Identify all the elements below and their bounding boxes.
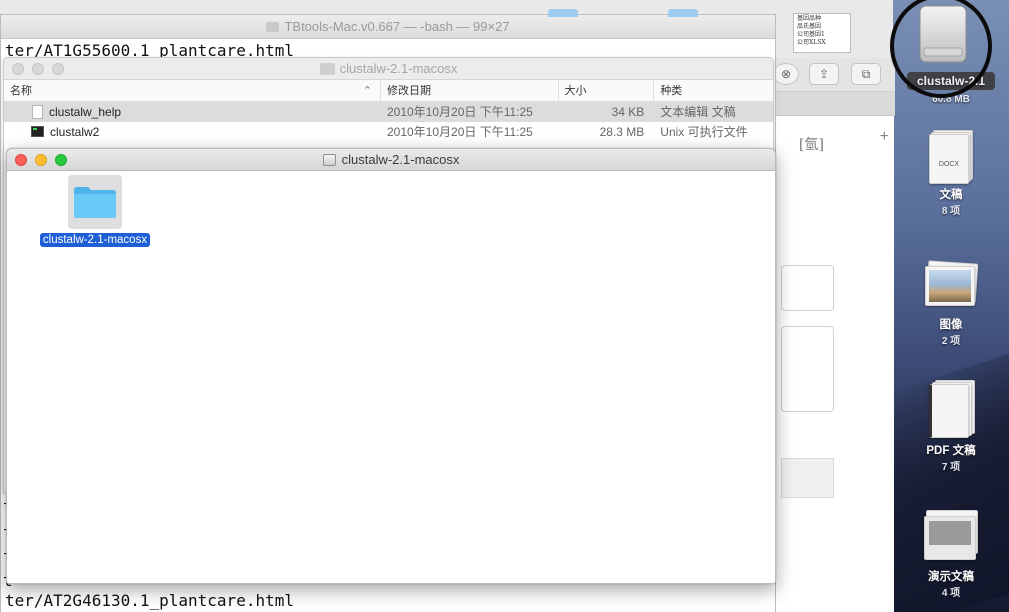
finder-icon-window[interactable]: clustalw-2.1-macosx clustalw-2.1-macosx [6,148,776,584]
desktop-stack-pdf[interactable]: PDF 文稿 7 项 [893,380,1009,473]
folder-item[interactable]: clustalw-2.1-macosx [33,175,157,247]
file-date: 2010年10月20日 下午11:25 [386,105,533,119]
page-panel [781,458,834,498]
column-header-date[interactable]: 修改日期 [381,80,559,101]
folder-icon [319,63,335,75]
terminal-line: ter/AT2G46130.1_plantcare.html [5,591,294,610]
stack-label: PDF 文稿 [926,445,976,457]
zoom-button[interactable] [55,154,67,166]
xlsx-line: 基因品种 [797,15,822,22]
list-header: 名称 ⌃ 修改日期 大小 种类 [4,80,773,102]
form-textarea[interactable] [781,326,834,412]
folder-selection-backdrop [68,175,122,229]
window-title: clustalw-2.1-macosx [341,152,460,167]
terminal-exec-icon [31,126,44,137]
stack-count: 4 项 [941,588,961,599]
file-name: clustalw_help [49,105,122,119]
file-row[interactable]: clustalw_help 2010年10月20日 下午11:25 34 KB … [4,102,773,122]
column-label: 种类 [660,85,683,97]
minimize-button[interactable] [32,63,44,75]
folder-icon [266,22,280,32]
file-size: 34 KB [611,105,645,119]
share-icon[interactable]: ⇪ [809,63,839,85]
column-header-name[interactable]: 名称 ⌃ [4,80,381,101]
text-document-icon [32,105,43,119]
window-controls [12,63,64,75]
zoom-button[interactable] [52,63,64,75]
docx-stack-icon: DOCX [925,130,977,184]
stack-label: 图像 [939,319,963,331]
stack-count: 7 项 [941,462,961,473]
file-date: 2010年10月20日 下午11:25 [386,125,533,139]
column-label: 大小 [564,85,587,97]
file-kind: 文本编辑 文稿 [660,105,736,119]
terminal-title: TBtools-Mac.v0.667 — -bash — 99×27 [284,19,510,34]
pdf-stack-icon [925,380,977,438]
browser-toolbar: ⊗ ⇪ ⧉ [771,58,895,92]
stack-count: 8 项 [941,206,961,217]
sort-chevron-icon: ⌃ [362,85,372,97]
browser-window: ⊗ ⇪ ⧉ + [氫] [770,58,895,612]
column-header-kind[interactable]: 种类 [654,80,773,101]
desktop-stack-presentations[interactable]: 演示文稿 4 项 [893,510,1009,599]
xlsx-line: 品氏基因 [797,23,822,30]
file-kind: Unix 可执行文件 [660,125,748,139]
finder-list-titlebar: clustalw-2.1-macosx [4,58,773,80]
file-row[interactable]: clustalw2 2010年10月20日 下午11:25 28.3 MB Un… [4,122,773,142]
xlsx-line: 公司XLSX [797,39,826,46]
form-field[interactable] [781,265,834,311]
stack-label: 演示文稿 [928,571,974,583]
terminal-titlebar: TBtools-Mac.v0.667 — -bash — 99×27 [1,15,775,39]
minimize-button[interactable] [35,154,47,166]
browser-close-tab-button[interactable]: ⊗ [773,63,799,85]
file-size: 28.3 MB [599,125,645,139]
disk-icon [322,154,336,166]
close-button[interactable] [12,63,24,75]
desktop-folder-peek [668,9,698,17]
window-title: clustalw-2.1-macosx [339,61,458,76]
column-label: 修改日期 [387,85,431,97]
tabs-overview-icon[interactable]: ⧉ [851,63,881,85]
folder-icon [74,187,116,218]
file-name: clustalw2 [50,125,100,139]
stack-label: 文稿 [939,189,963,201]
stack-count: 2 项 [941,336,961,347]
image-stack-icon [923,260,979,312]
window-controls [15,154,67,166]
close-button[interactable] [15,154,27,166]
column-header-size[interactable]: 大小 [559,80,655,101]
desktop-stack-documents[interactable]: DOCX 文稿 8 项 [893,130,1009,217]
browser-tabbar: + [771,92,895,145]
folder-label: clustalw-2.1-macosx [39,233,151,247]
xlsx-file-icon[interactable]: 基因品种 品氏基因 公司基因1 公司XLSX [793,13,851,53]
presentation-stack-icon [922,510,980,564]
page-text-fragment: [氫] [799,137,824,153]
column-label: 名称 [10,85,32,97]
xlsx-line: 公司基因1 [797,31,825,38]
desktop-folder-peek [548,9,578,17]
desktop-stack-images[interactable]: 图像 2 项 [893,260,1009,347]
new-tab-button[interactable]: + [880,128,889,146]
finder-icon-titlebar: clustalw-2.1-macosx [7,149,775,171]
